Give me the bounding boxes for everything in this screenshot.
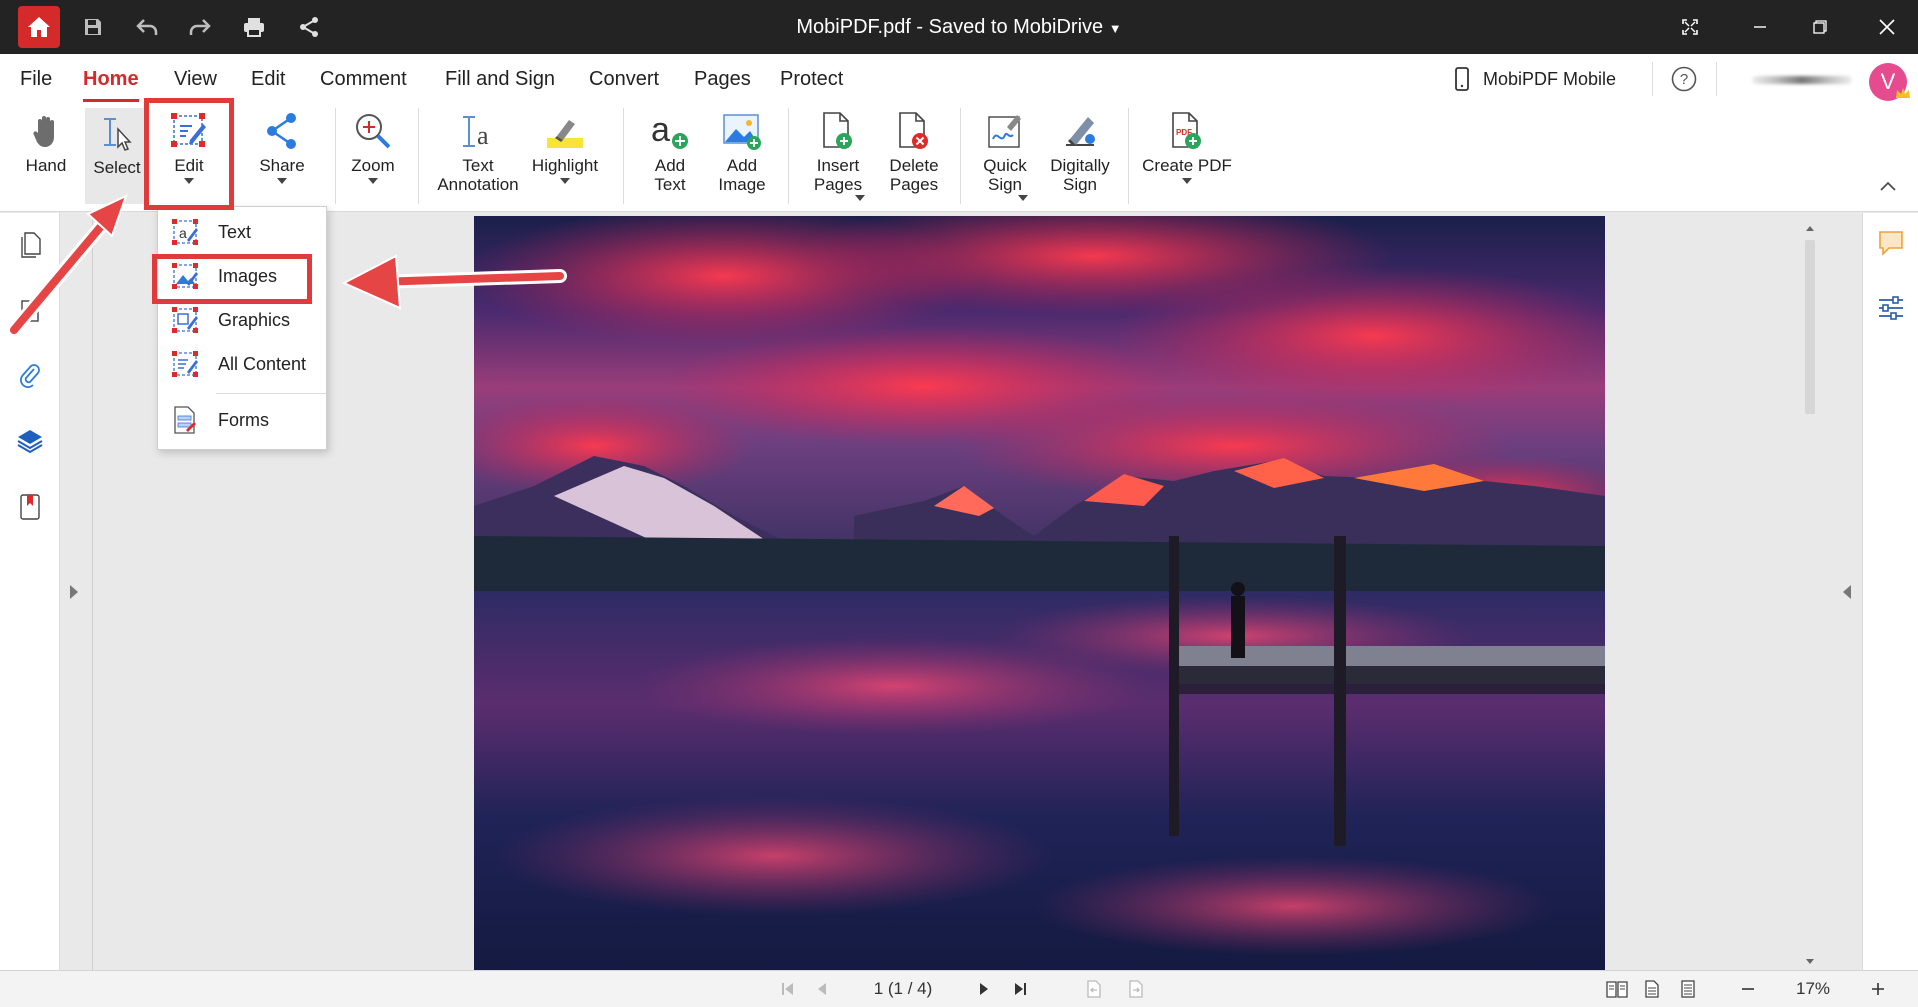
callout-arrows [7, 194, 567, 337]
arrow-to-images-item [341, 254, 567, 310]
arrow-to-edit-button [7, 194, 128, 337]
